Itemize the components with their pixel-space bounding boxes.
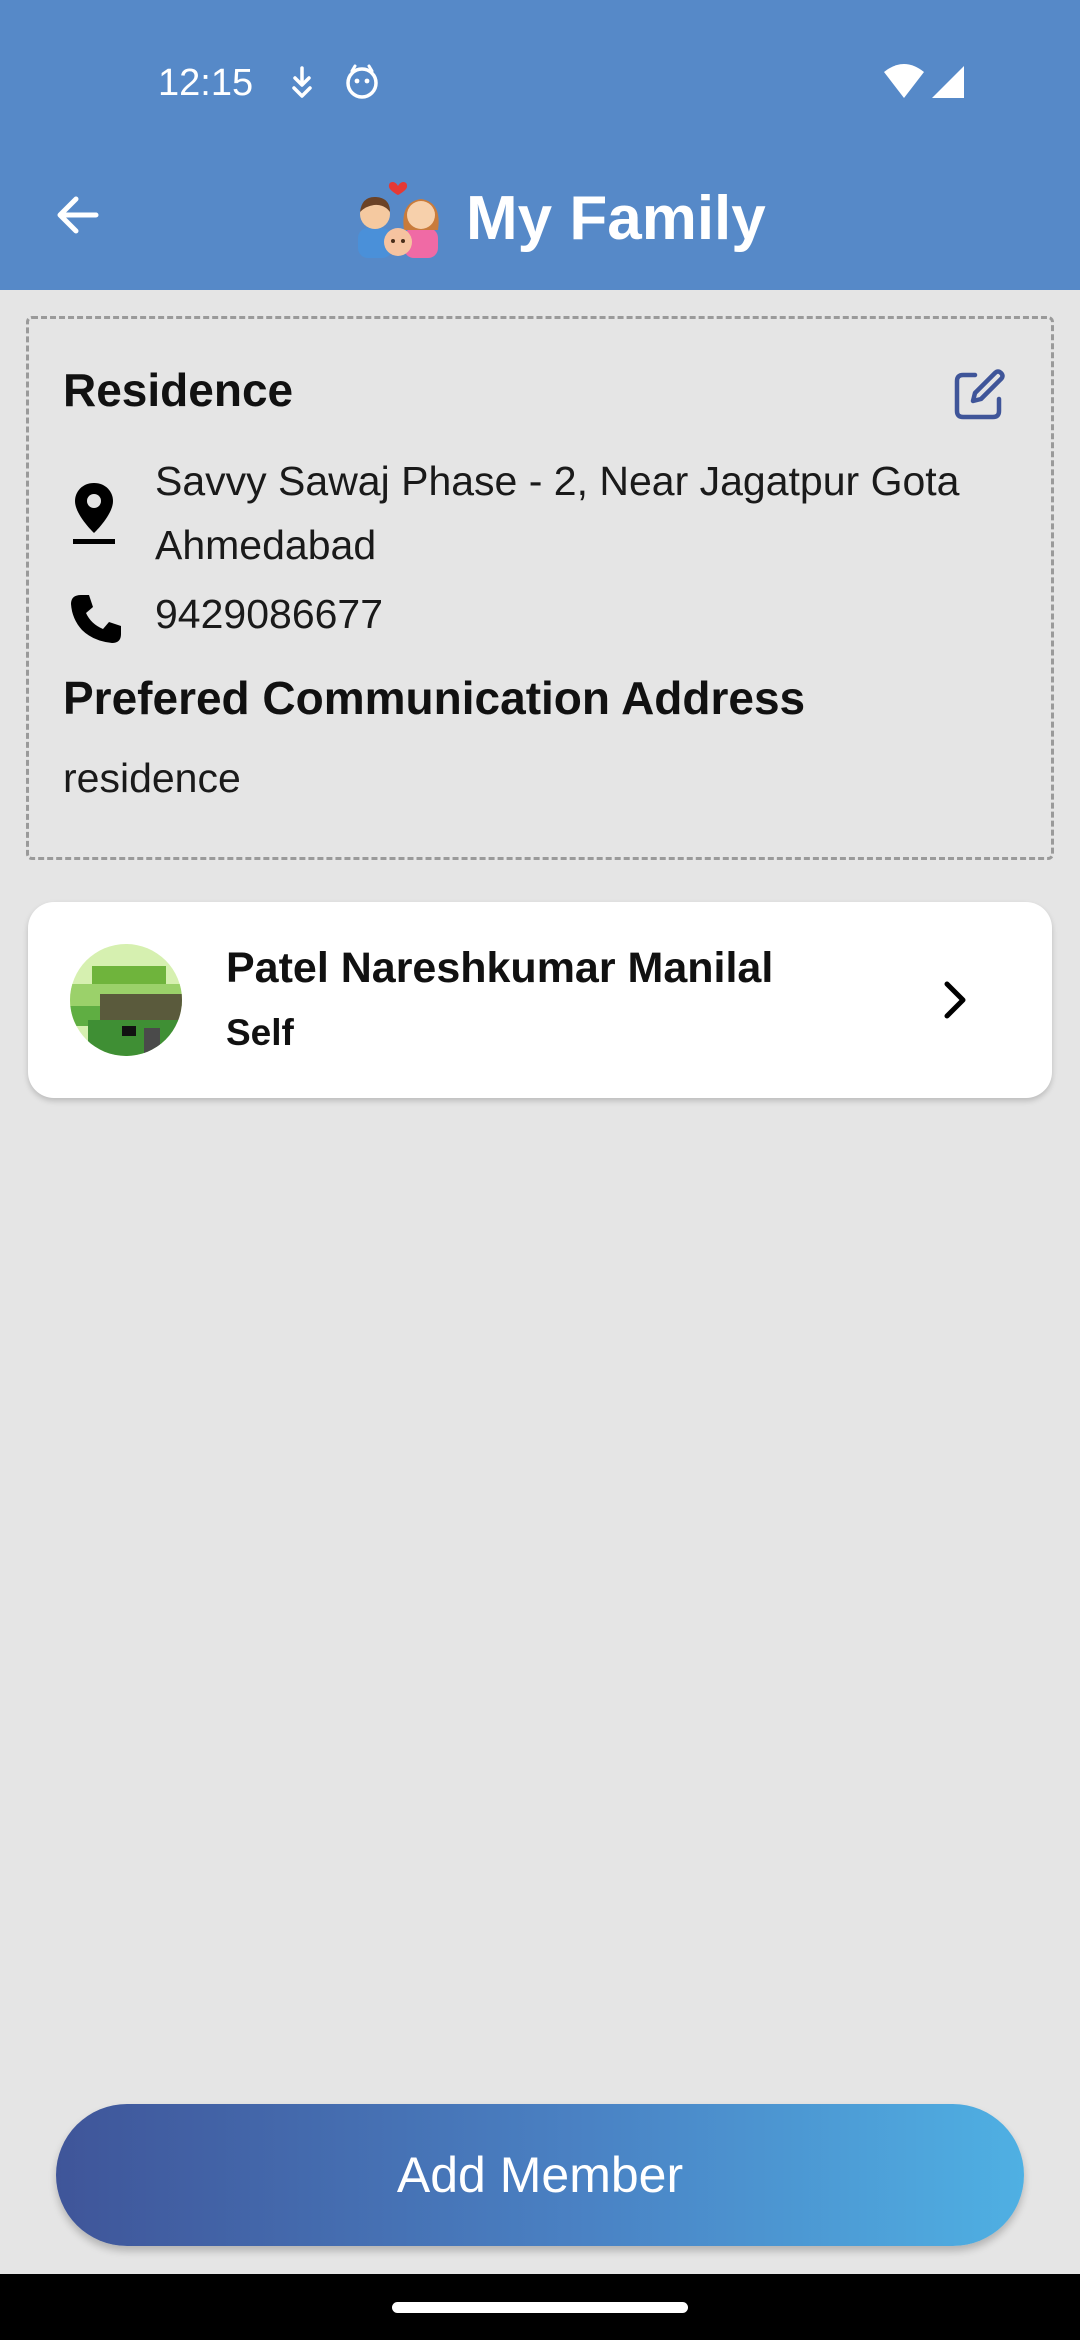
back-arrow-icon [57, 196, 99, 234]
preferred-address-value: residence [63, 755, 241, 801]
signal-icon [932, 66, 964, 98]
page-title: My Family [466, 183, 766, 253]
address-line-1: Savvy Sawaj Phase - 2, Near Jagatpur Got… [155, 458, 960, 504]
address-line-2: Ahmedabad [155, 522, 377, 568]
edit-icon[interactable] [949, 365, 1009, 425]
chevron-right-icon[interactable] [926, 972, 982, 1028]
member-relation: Self [226, 1012, 294, 1053]
wifi-icon [884, 64, 924, 98]
home-gesture-handle[interactable] [392, 2302, 688, 2313]
preferred-address-title: Prefered Communication Address [63, 672, 806, 724]
avatar [70, 944, 182, 1056]
residence-title: Residence [63, 364, 294, 416]
status-time: 12:15 [158, 62, 254, 104]
location-pin-icon [73, 483, 115, 544]
app-bar: My Family [0, 160, 1080, 290]
top-bar: 12:15 My Family [0, 0, 1080, 290]
phone-icon [71, 595, 121, 643]
add-member-button[interactable]: Add Member [56, 2104, 1024, 2246]
download-notification-icon [292, 66, 312, 98]
navigation-bar [0, 2274, 1080, 2340]
title-group: My Family [352, 168, 766, 268]
family-emoji-icon [358, 181, 439, 258]
cat-notification-icon [346, 64, 378, 99]
member-card[interactable]: Patel Nareshkumar Manilal Self [28, 902, 1052, 1098]
residence-phone: 9429086677 [155, 591, 384, 637]
screen: 12:15 My Family Residence Savvy Sawaj Ph… [0, 0, 1080, 2340]
add-member-label: Add Member [396, 2147, 684, 2203]
status-bar: 12:15 [0, 0, 1080, 168]
member-name: Patel Nareshkumar Manilal [226, 944, 774, 992]
back-button[interactable] [44, 182, 110, 248]
residence-card: Residence Savvy Sawaj Phase - 2, Near Ja… [26, 316, 1054, 860]
residence-address: Savvy Sawaj Phase - 2, Near Jagatpur Got… [155, 449, 1035, 577]
